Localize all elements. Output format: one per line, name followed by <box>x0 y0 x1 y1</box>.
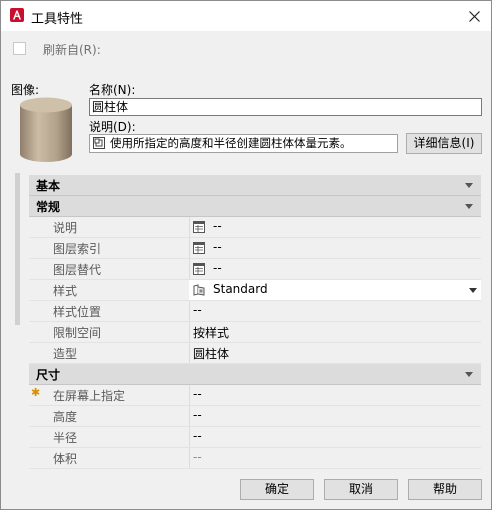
property-value: 按样式 <box>193 326 230 340</box>
section-basic-header[interactable]: 基本 <box>29 175 481 196</box>
close-icon <box>468 10 480 22</box>
section-dimensions-header[interactable]: 尺寸 <box>29 364 481 385</box>
property-row-layer-key[interactable]: 图层索引 -- <box>29 238 481 259</box>
details-button[interactable]: 详细信息(I) <box>406 133 482 154</box>
cancel-button[interactable]: 取消 <box>324 479 398 500</box>
description-edit-icon <box>93 137 105 149</box>
window-title: 工具特性 <box>31 12 84 27</box>
property-name: 在屏幕上指定 <box>53 389 126 403</box>
name-label: 名称(N): <box>89 83 136 97</box>
property-name: 图层替代 <box>53 263 102 277</box>
name-input[interactable]: 圆柱体 <box>89 98 482 116</box>
property-name: 样式位置 <box>53 305 102 319</box>
section-general-header[interactable]: 常规 <box>29 196 481 217</box>
cylinder-preview-image <box>20 97 72 162</box>
chevron-down-icon[interactable] <box>469 288 477 293</box>
close-button[interactable] <box>457 1 491 31</box>
property-name: 半径 <box>53 431 78 445</box>
section-dimensions-title: 尺寸 <box>36 368 61 382</box>
style-icon <box>193 284 205 296</box>
style-dropdown[interactable]: Standard <box>189 280 481 300</box>
chevron-down-icon[interactable] <box>465 372 473 377</box>
property-row-height[interactable]: 高度 -- <box>29 406 481 427</box>
property-row-volume: 体积 -- <box>29 448 481 469</box>
property-name: 高度 <box>53 410 78 424</box>
table-icon <box>193 263 205 275</box>
refresh-from-checkbox[interactable] <box>13 42 26 55</box>
chevron-down-icon[interactable] <box>465 204 473 209</box>
name-input-value: 圆柱体 <box>92 100 129 114</box>
ok-button[interactable]: 确定 <box>240 479 314 500</box>
property-row-style[interactable]: 样式 Standard <box>29 280 481 301</box>
refresh-from-label: 刷新自(R): <box>43 43 101 57</box>
property-name: 造型 <box>53 347 78 361</box>
property-value: -- <box>193 387 202 401</box>
description-label: 说明(D): <box>89 120 136 134</box>
property-value: -- <box>213 240 222 254</box>
property-name: 样式 <box>53 284 78 298</box>
property-row-layer-overrides[interactable]: 图层替代 -- <box>29 259 481 280</box>
autocad-logo-icon <box>10 8 24 22</box>
chevron-down-icon[interactable] <box>465 183 473 188</box>
property-value: -- <box>213 219 222 233</box>
property-name: 图层索引 <box>53 242 102 256</box>
description-field[interactable]: 使用所指定的高度和半径创建圆柱体体量元素。 <box>89 134 398 153</box>
image-label: 图像: <box>11 83 40 97</box>
section-basic-title: 基本 <box>36 179 61 193</box>
tool-properties-dialog: 工具特性 刷新自(R): 图像: 名称(N): 圆柱体 说明(D): 使用所指定… <box>0 0 492 510</box>
property-value: -- <box>193 450 202 464</box>
property-value: -- <box>193 429 202 443</box>
property-row-radius[interactable]: 半径 -- <box>29 427 481 448</box>
property-grid: 基本 常规 说明 -- 图层索引 -- 图层替代 -- 样式 Standard … <box>29 175 481 469</box>
property-row-shape[interactable]: 造型 圆柱体 <box>29 343 481 364</box>
description-value: 使用所指定的高度和半径创建圆柱体体量元素。 <box>110 136 352 150</box>
property-row-restrict-space[interactable]: 限制空间 按样式 <box>29 322 481 343</box>
property-row-style-location[interactable]: 样式位置 -- <box>29 301 481 322</box>
property-value: 圆柱体 <box>193 347 230 361</box>
property-row-specify-on-screen[interactable]: 在屏幕上指定 -- <box>29 385 481 406</box>
property-name: 说明 <box>53 221 78 235</box>
property-value: Standard <box>213 282 268 296</box>
asterisk-icon: ✱ <box>31 386 41 399</box>
palette-side-bar <box>15 173 20 325</box>
section-general-title: 常规 <box>36 200 61 214</box>
property-name: 限制空间 <box>53 326 102 340</box>
property-row-description[interactable]: 说明 -- <box>29 217 481 238</box>
table-icon <box>193 221 205 233</box>
property-value: -- <box>193 408 202 422</box>
help-button[interactable]: 帮助 <box>408 479 482 500</box>
property-name: 体积 <box>53 452 78 466</box>
property-value: -- <box>193 303 202 317</box>
property-value: -- <box>213 261 222 275</box>
table-icon <box>193 242 205 254</box>
title-bar: 工具特性 <box>1 1 491 31</box>
